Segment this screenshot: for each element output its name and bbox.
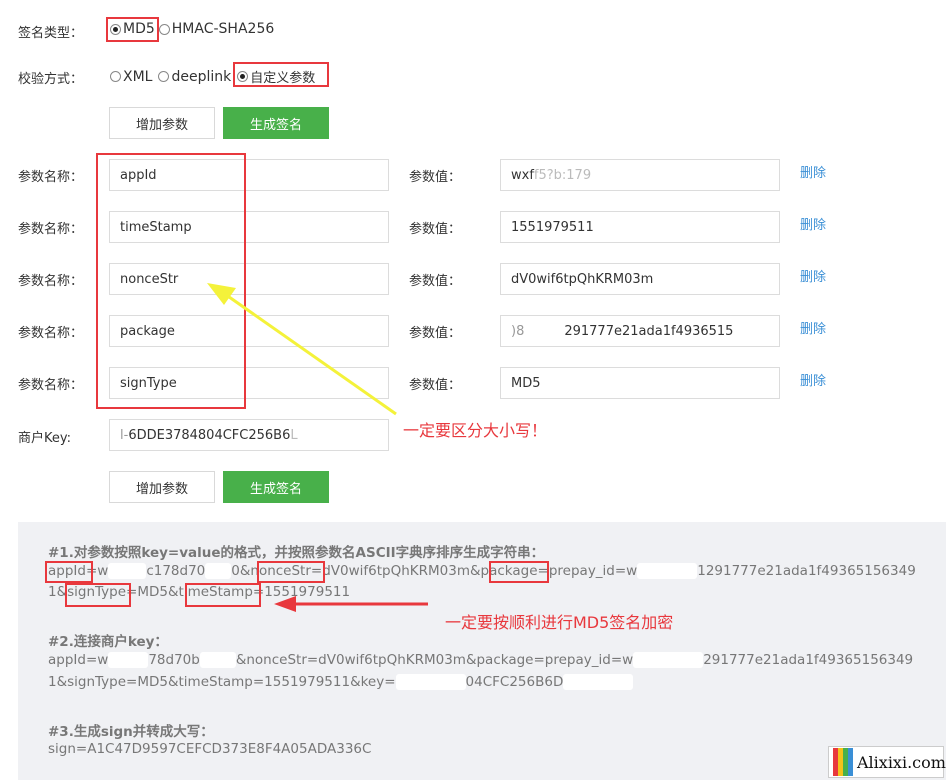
watermark-text: Alixixi.com	[857, 752, 946, 772]
step2-title: #2.连接商户key：	[48, 634, 168, 650]
step2-line2: 1&signType=MD5&timeStamp=1551979511&key=…	[48, 674, 634, 690]
step2-line1: appId=w 78d70b &nonceStr=dV0wif6tpQhKRM03m…	[48, 652, 914, 668]
step3-title: #3.生成sign并转成大写：	[48, 724, 214, 740]
sign-result: sign=A1C47D9597CEFCD373E8F4A05ADA336C	[48, 741, 372, 757]
watermark-bars-icon	[833, 748, 853, 776]
md5-order-note: 一定要按顺利进行MD5签名加密	[445, 613, 674, 632]
watermark-logo: Alixixi.com	[828, 746, 946, 778]
